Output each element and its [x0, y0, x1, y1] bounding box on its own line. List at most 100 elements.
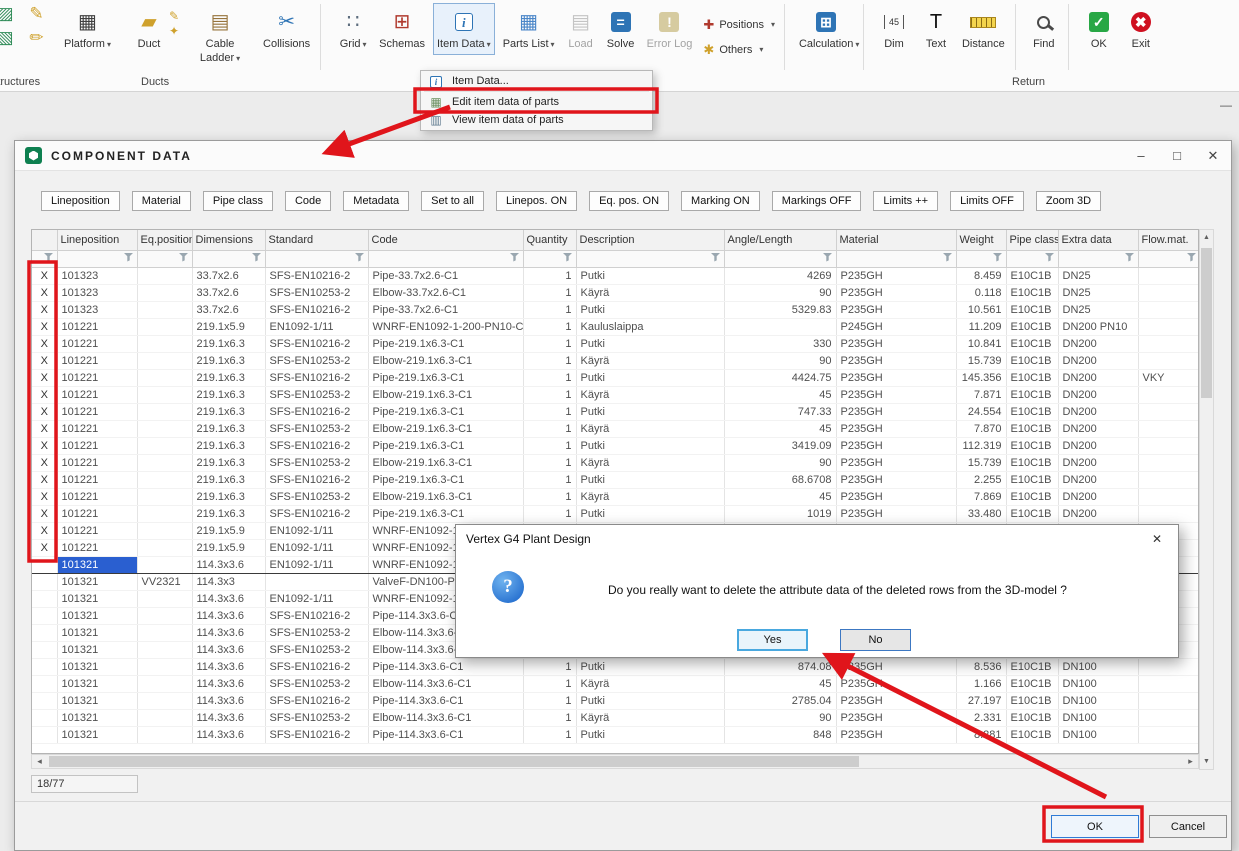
cell[interactable]: 101321	[57, 590, 137, 607]
cell[interactable]: P235GH	[836, 420, 956, 437]
table-row[interactable]: X101221219.1x6.3SFS-EN10216-2Pipe-219.1x…	[32, 335, 1199, 352]
cell[interactable]: 1	[523, 658, 576, 675]
cd-toolbar-set-to-all[interactable]: Set to all	[421, 191, 484, 211]
structure-icon[interactable]: ▨	[0, 4, 19, 24]
cell[interactable]	[137, 301, 192, 318]
cell[interactable]	[1138, 505, 1199, 522]
cell[interactable]: 24.554	[956, 403, 1006, 420]
cell[interactable]: SFS-EN10253-2	[265, 624, 368, 641]
cell[interactable]: SFS-EN10253-2	[265, 709, 368, 726]
cell[interactable]: DN200	[1058, 352, 1138, 369]
cell[interactable]: Putki	[576, 726, 724, 743]
ribbon-item-solve[interactable]: =Solve	[603, 3, 639, 55]
cell[interactable]: Pipe-219.1x6.3-C1	[368, 437, 523, 454]
cell[interactable]: 219.1x6.3	[192, 437, 265, 454]
cell[interactable]: 4269	[724, 267, 836, 284]
cell[interactable]: 101321	[57, 675, 137, 692]
cell[interactable]: 114.3x3.6	[192, 658, 265, 675]
cell[interactable]: DN200	[1058, 403, 1138, 420]
minimize-icon[interactable]: –	[1123, 141, 1159, 170]
row-select-cell[interactable]	[32, 726, 57, 743]
cell[interactable]: Putki	[576, 403, 724, 420]
cd-toolbar-metadata[interactable]: Metadata	[343, 191, 409, 211]
cell[interactable]	[1138, 386, 1199, 403]
cell[interactable]: 45	[724, 386, 836, 403]
row-select-cell[interactable]: X	[32, 267, 57, 284]
cell[interactable]: 114.3x3.6	[192, 709, 265, 726]
cell[interactable]	[1138, 335, 1199, 352]
cell[interactable]: 10.841	[956, 335, 1006, 352]
cell[interactable]: 10.561	[956, 301, 1006, 318]
cell[interactable]: 45	[724, 488, 836, 505]
cell[interactable]: P235GH	[836, 658, 956, 675]
filter-icon[interactable]	[1045, 253, 1055, 262]
ribbon-item-load[interactable]: ▤Load	[563, 3, 599, 55]
cd-toolbar-pipe-class[interactable]: Pipe class	[203, 191, 273, 211]
filter-cell-flow-mat[interactable]	[1138, 250, 1199, 267]
table-row[interactable]: X10132333.7x2.6SFS-EN10216-2Pipe-33.7x2.…	[32, 267, 1199, 284]
row-select-cell[interactable]	[32, 709, 57, 726]
cell[interactable]: 101221	[57, 352, 137, 369]
cell[interactable]: 27.197	[956, 692, 1006, 709]
cell[interactable]: 219.1x6.3	[192, 335, 265, 352]
cell[interactable]: DN25	[1058, 301, 1138, 318]
row-select-cell[interactable]: X	[32, 284, 57, 301]
col-header-description[interactable]: Description	[576, 230, 724, 250]
cell[interactable]: DN100	[1058, 726, 1138, 743]
cell[interactable]	[137, 352, 192, 369]
cell[interactable]: 7.869	[956, 488, 1006, 505]
cell[interactable]: SFS-EN10253-2	[265, 386, 368, 403]
ribbon-item-others[interactable]: ✱Others▾	[703, 43, 775, 56]
ribbon-item-exit[interactable]: ✖Exit	[1123, 3, 1159, 55]
cd-toolbar-eq-pos-on[interactable]: Eq. pos. ON	[589, 191, 669, 211]
cell[interactable]: SFS-EN10216-2	[265, 335, 368, 352]
cell[interactable]: EN1092-1/11	[265, 556, 368, 573]
cell[interactable]	[137, 403, 192, 420]
filter-icon[interactable]	[1125, 253, 1135, 262]
cell[interactable]: E10C1B	[1006, 726, 1058, 743]
row-select-cell[interactable]	[32, 675, 57, 692]
cell[interactable]: DN200	[1058, 488, 1138, 505]
row-select-cell[interactable]: X	[32, 505, 57, 522]
cell[interactable]: Käyrä	[576, 284, 724, 301]
cell[interactable]: 33.7x2.6	[192, 301, 265, 318]
cell[interactable]: Putki	[576, 437, 724, 454]
cell[interactable]	[137, 505, 192, 522]
row-select-cell[interactable]: X	[32, 318, 57, 335]
table-row[interactable]: X101221219.1x5.9EN1092-1/11WNRF-EN1092-1…	[32, 318, 1199, 335]
filter-icon[interactable]	[510, 253, 520, 262]
row-select-cell[interactable]	[32, 590, 57, 607]
cell[interactable]: P235GH	[836, 726, 956, 743]
row-select-cell[interactable]: X	[32, 522, 57, 539]
vertical-scrollbar[interactable]: ▲ ▼	[1199, 229, 1214, 770]
filter-cell-lineposition[interactable]	[57, 250, 137, 267]
cell[interactable]: 11.209	[956, 318, 1006, 335]
cell[interactable]: E10C1B	[1006, 420, 1058, 437]
cell[interactable]: Pipe-219.1x6.3-C1	[368, 335, 523, 352]
cell[interactable]: 1	[523, 692, 576, 709]
filter-cell-select[interactable]	[32, 250, 57, 267]
cell[interactable]: 219.1x6.3	[192, 420, 265, 437]
cell[interactable]: 101323	[57, 267, 137, 284]
cell[interactable]: DN200	[1058, 437, 1138, 454]
cell[interactable]	[137, 454, 192, 471]
cell[interactable]: E10C1B	[1006, 692, 1058, 709]
col-header-standard[interactable]: Standard	[265, 230, 368, 250]
cell[interactable]: 1	[523, 437, 576, 454]
cell[interactable]: 90	[724, 352, 836, 369]
cell[interactable]: Käyrä	[576, 675, 724, 692]
col-header-eq-position[interactable]: Eq.position	[137, 230, 192, 250]
col-header-lineposition[interactable]: Lineposition	[57, 230, 137, 250]
ribbon-item-duct[interactable]: ▰Duct	[131, 3, 167, 55]
cell[interactable]: 45	[724, 675, 836, 692]
cell[interactable]	[137, 267, 192, 284]
cell[interactable]: 114.3x3.6	[192, 556, 265, 573]
cell[interactable]: 101321	[57, 573, 137, 590]
cell[interactable]: SFS-EN10216-2	[265, 658, 368, 675]
menu-item-edit-item-data-of-parts[interactable]: ▦ Edit item data of parts	[421, 93, 652, 111]
cell[interactable]: P235GH	[836, 488, 956, 505]
cell[interactable]: 15.739	[956, 454, 1006, 471]
cell[interactable]	[1138, 318, 1199, 335]
cell[interactable]: 90	[724, 454, 836, 471]
cell[interactable]: Pipe-114.3x3.6-C1	[368, 726, 523, 743]
